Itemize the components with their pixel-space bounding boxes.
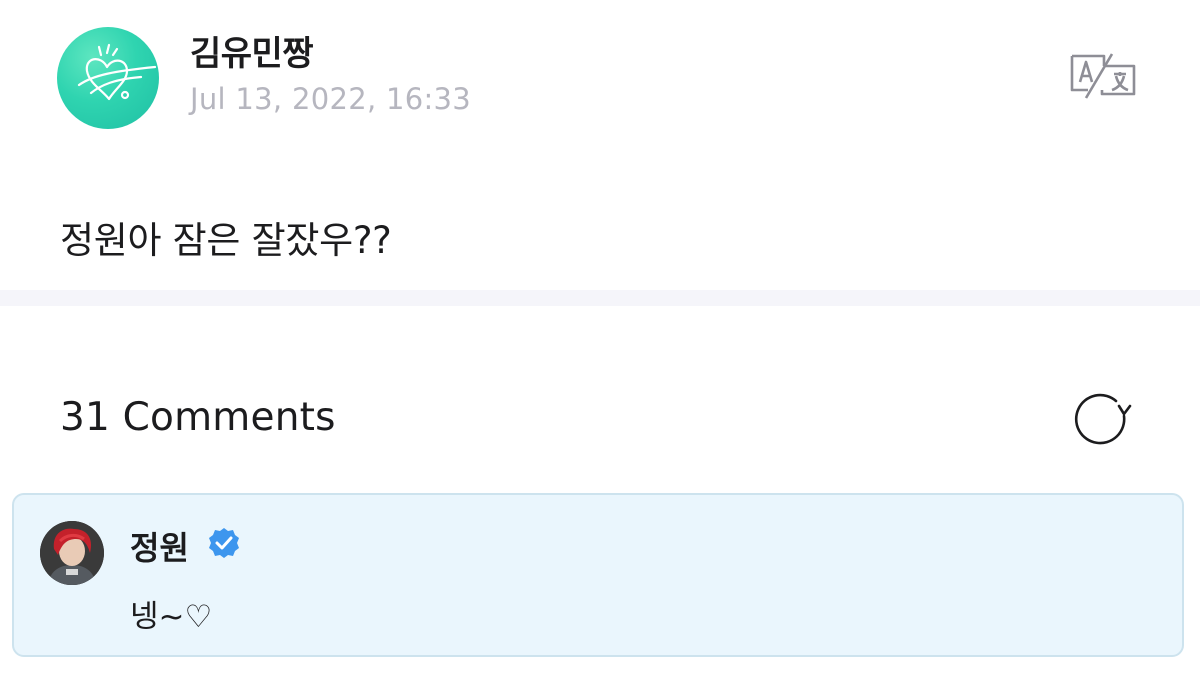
author-name[interactable]: 김유민짱 (190, 26, 314, 75)
comment-text: 넹~♡ (130, 599, 213, 635)
commenter-avatar[interactable] (40, 521, 104, 585)
post-body: 정원아 잠은 잘잤우?? (60, 219, 392, 262)
section-divider (0, 290, 1200, 306)
commenter-name[interactable]: 정원 (130, 523, 189, 569)
signature-heart-icon (77, 43, 157, 101)
translate-button[interactable] (1066, 50, 1140, 100)
user-photo-avatar-icon (40, 521, 104, 585)
comment-card[interactable]: 정원 넹~♡ (12, 493, 1184, 657)
author-avatar[interactable] (57, 27, 159, 129)
post-header: 김유민짱 Jul 13, 2022, 16:33 (0, 0, 1200, 150)
verified-badge-icon (207, 526, 241, 560)
post-timestamp: Jul 13, 2022, 16:33 (190, 82, 472, 116)
translate-icon (1070, 53, 1136, 99)
refresh-button[interactable] (1072, 392, 1132, 448)
refresh-icon (1074, 393, 1132, 445)
comments-count-header: 31 Comments (60, 395, 336, 440)
